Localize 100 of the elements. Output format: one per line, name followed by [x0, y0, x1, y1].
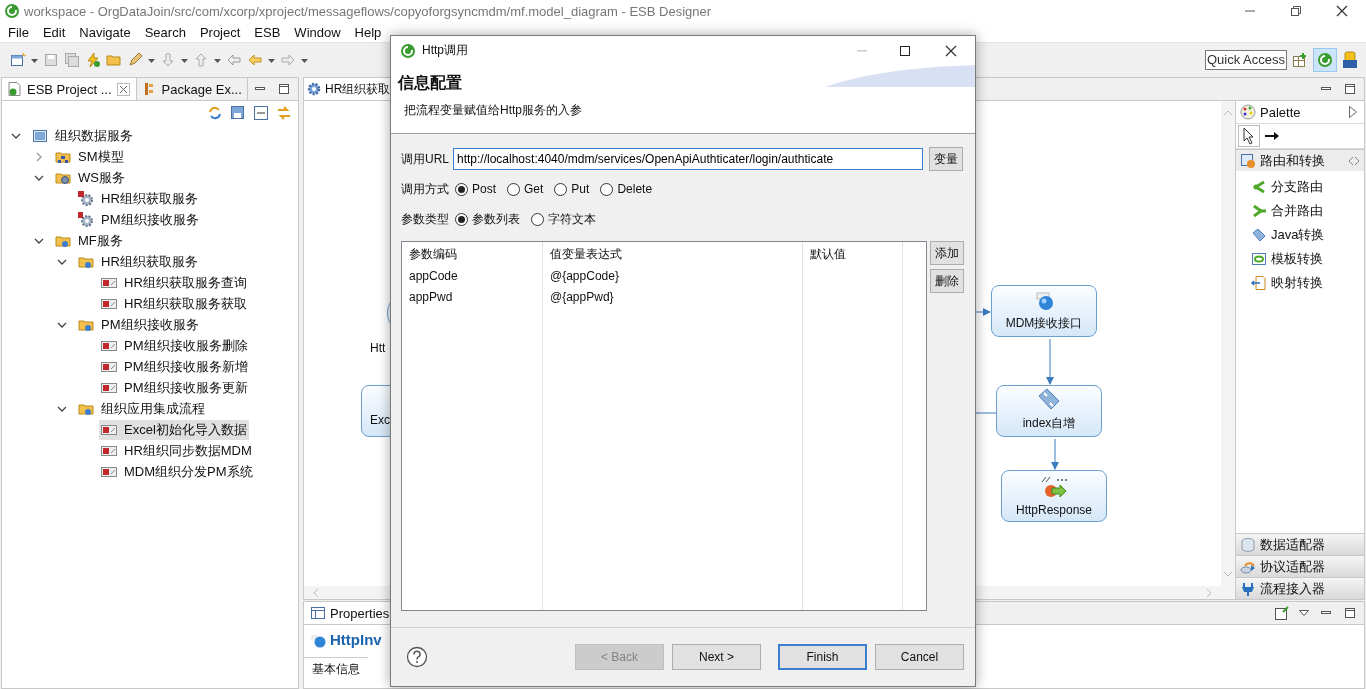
esb-perspective-button[interactable] [1313, 47, 1337, 72]
column-header[interactable]: 参数编码 [402, 242, 542, 266]
open-perspective-icon[interactable] [1292, 51, 1308, 68]
flow-node[interactable]: index自增 [996, 385, 1102, 437]
tree-item[interactable]: PM组织接收服务 [76, 209, 201, 230]
dialog-button[interactable]: Next > [672, 644, 761, 670]
close-icon[interactable] [115, 81, 131, 97]
new-icon[interactable] [10, 51, 26, 68]
menu-item[interactable]: Window [287, 24, 348, 40]
collapse-all-icon[interactable] [253, 105, 269, 121]
connector-arrow [975, 308, 991, 316]
palette-drawer[interactable]: 协议适配器 [1236, 555, 1364, 577]
menu-item[interactable]: Help [347, 24, 389, 40]
plug-icon [1240, 580, 1256, 597]
flow-node[interactable]: HttpResponse [1001, 470, 1107, 522]
radio-button[interactable] [554, 182, 568, 196]
palette-item[interactable]: 合并路由 [1236, 199, 1364, 223]
variable-button[interactable]: 变量 [929, 147, 963, 171]
palette-drawer[interactable]: 流程接入器 [1236, 577, 1364, 599]
gear-icon [306, 81, 322, 97]
add-button[interactable]: 添加 [930, 241, 964, 265]
maximize-icon[interactable] [276, 81, 292, 97]
tree-item[interactable]: MF服务 [53, 230, 125, 251]
pen-icon[interactable] [127, 51, 143, 68]
column-header[interactable]: 值变量表达式 [543, 242, 802, 266]
radio-option[interactable]: 参数列表 [455, 210, 520, 228]
pin-editor-icon[interactable] [1274, 605, 1290, 621]
connection-tool-icon[interactable] [1264, 131, 1280, 141]
radio-button[interactable] [531, 212, 544, 226]
palette-item[interactable]: 模板转换 [1236, 247, 1364, 271]
database-icon [1240, 536, 1256, 553]
properties-heading: HttpInv [330, 631, 382, 648]
menu-item[interactable]: File [1, 24, 36, 40]
tree-item[interactable]: HR组织获取服务 [76, 188, 200, 209]
tree-item[interactable]: PM组织接收服务 [76, 314, 201, 335]
branch-icon [1251, 179, 1267, 195]
radio-option[interactable]: 字符文本 [531, 210, 596, 228]
tree-item[interactable]: Excel初始化导入数据 [99, 419, 249, 440]
flow-node[interactable]: MDM接收接口 [991, 285, 1097, 337]
maximize-icon[interactable] [1342, 605, 1358, 621]
radio-option[interactable]: Get [507, 182, 544, 196]
tree-item[interactable]: SM模型 [53, 146, 126, 167]
menu-item[interactable]: ESB [247, 24, 288, 40]
tree-item[interactable]: HR组织获取服务查询 [99, 272, 249, 293]
table-cell-text: @{appPwd} [549, 289, 615, 306]
tree-item[interactable]: PM组织接收服务更新 [99, 377, 250, 398]
app-logo-icon [4, 3, 20, 19]
radio-option[interactable]: Put [554, 182, 590, 196]
routing-icon [1240, 152, 1256, 169]
maximize-icon[interactable] [1342, 81, 1358, 97]
palette-item[interactable]: 映射转换 [1236, 271, 1364, 295]
tree-item[interactable]: HR组织同步数据MDM [99, 440, 254, 461]
delete-button[interactable]: 删除 [930, 269, 964, 293]
app-logo-icon [400, 42, 416, 59]
field-label: 调用URL [401, 150, 449, 168]
restore-icon[interactable] [1288, 3, 1304, 19]
collapse-palette-icon[interactable] [1348, 105, 1358, 119]
tree-item[interactable]: HR组织获取服务获取 [99, 293, 249, 314]
table-cell-text: appPwd [408, 289, 454, 306]
radio-button[interactable] [507, 182, 520, 196]
column-header[interactable]: 默认值 [803, 242, 902, 266]
menu-item[interactable]: Edit [35, 24, 73, 40]
menu-item[interactable]: Navigate [72, 24, 138, 40]
palette-drawer[interactable]: 路由和转换 [1236, 149, 1364, 171]
tree-item[interactable]: PM组织接收服务新增 [99, 356, 250, 377]
url-field[interactable]: http://localhost:4040/mdm/services/OpenApiAuthticater/login/authticate [453, 148, 923, 170]
radio-button[interactable] [600, 182, 614, 196]
node-label: Htt [370, 341, 386, 355]
java-perspective-icon[interactable] [1342, 50, 1358, 69]
quick-access-field[interactable]: Quick Access [1205, 49, 1287, 70]
tree-item[interactable]: 组织数据服务 [30, 125, 135, 146]
save-icon[interactable] [230, 105, 246, 121]
dialog-description: 把流程变量赋值给Http服务的入参 [404, 102, 582, 119]
dialog-button[interactable]: Cancel [875, 644, 964, 670]
lightning-icon[interactable] [85, 51, 101, 68]
radio-button[interactable] [455, 182, 468, 196]
tree-item[interactable]: HR组织获取服务 [76, 251, 200, 272]
tree-item[interactable]: WS服务 [53, 167, 127, 188]
connector-line [975, 412, 997, 414]
window-title: workspace - OrgDataJoin/src/com/xcorp/xproject/messageflows/copyoforgsyncmdm/mf.model_diagram - ESB Designer [24, 3, 712, 19]
tree-item[interactable]: 组织应用集成流程 [76, 398, 207, 419]
pin-icon[interactable] [1348, 155, 1360, 166]
palette-drawer[interactable]: 数据适配器 [1236, 533, 1364, 555]
radio-option[interactable]: Post [455, 182, 496, 196]
view-tab[interactable]: ESB Project ... [2, 78, 137, 100]
tree-item[interactable]: PM组织接收服务删除 [99, 335, 250, 356]
sync-icon[interactable] [207, 105, 223, 121]
help-icon[interactable] [406, 646, 428, 668]
menu-item[interactable]: Project [192, 24, 248, 40]
tree-item[interactable]: MDM组织分发PM系统 [99, 461, 255, 482]
palette-item[interactable]: Java转换 [1236, 223, 1364, 247]
menu-item[interactable]: Search [137, 24, 193, 40]
palette-item[interactable]: 分支路由 [1236, 175, 1364, 199]
pointer-tool-icon[interactable] [1238, 125, 1260, 147]
field-label: 调用方式 [401, 180, 449, 198]
dialog-title: Http调用 [422, 42, 468, 59]
radio-option[interactable]: Delete [600, 182, 653, 196]
close-icon[interactable] [1334, 3, 1350, 19]
dialog-button[interactable]: Finish [778, 644, 867, 670]
radio-button[interactable] [455, 212, 468, 226]
